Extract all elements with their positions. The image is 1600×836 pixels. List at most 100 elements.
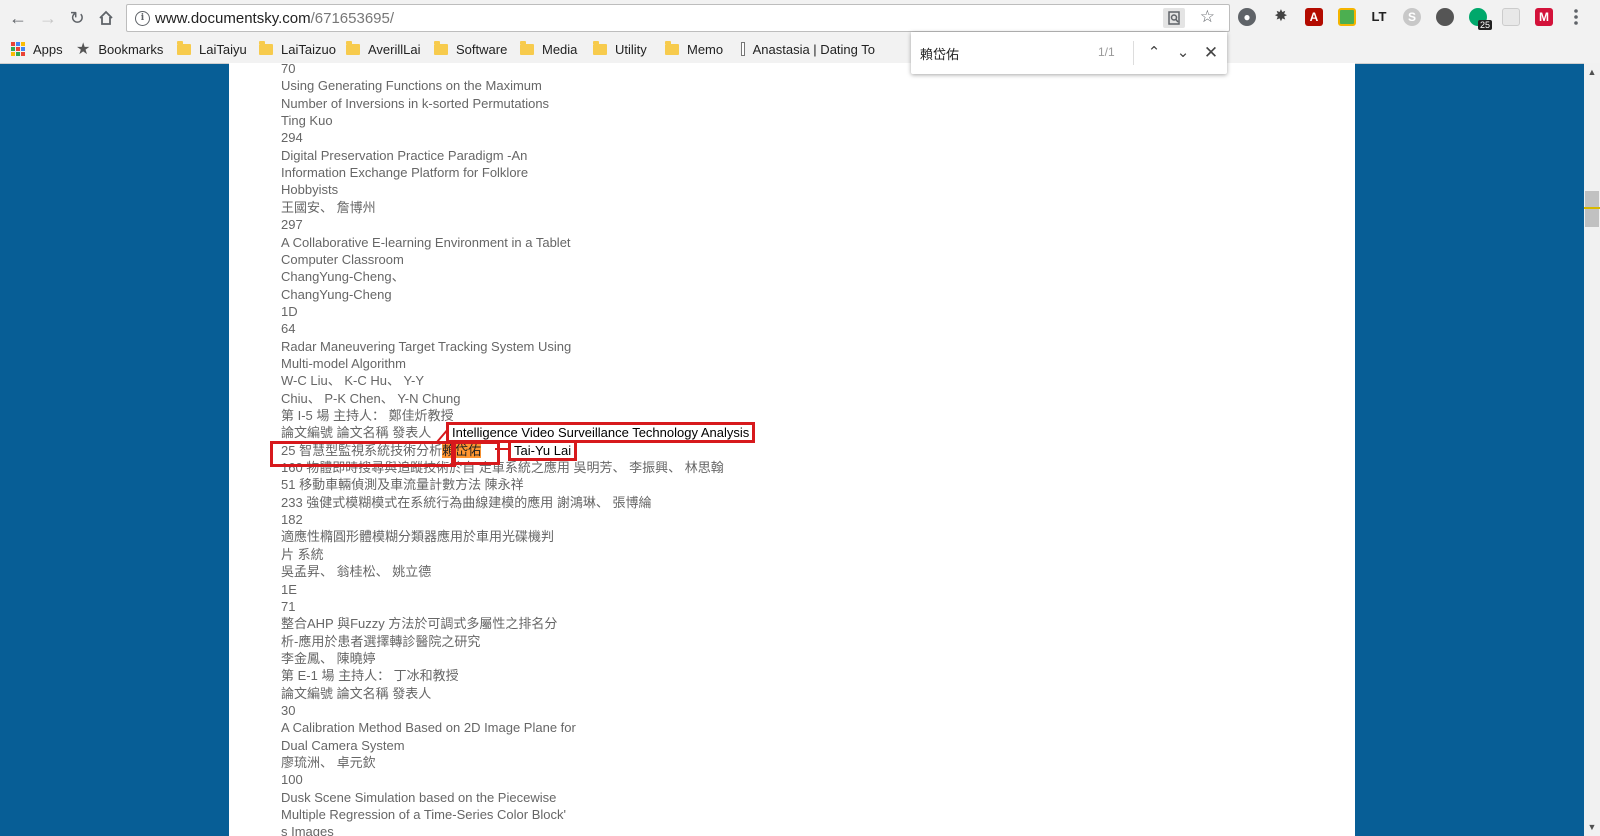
document-line: 70 — [281, 63, 296, 76]
find-input[interactable]: 賴岱佑 — [920, 44, 959, 63]
page-scrollbar[interactable]: ▲ ▼ — [1584, 63, 1600, 836]
document-line: A Collaborative E-learning Environment i… — [281, 234, 571, 250]
document-line: 吳孟昇、 翁桂松、 姚立德 — [281, 564, 432, 580]
bookmark-folder-utility[interactable]: Utility — [593, 38, 647, 60]
document-line: Number of Inversions in k-sorted Permuta… — [281, 95, 550, 111]
annotation-title-box — [270, 441, 456, 467]
languagetool-extension-icon[interactable]: LT — [1370, 8, 1388, 26]
document-line: 析-應用於患者選擇轉診醫院之研究 — [281, 633, 481, 649]
bookmark-star-icon[interactable]: ☆ — [1200, 7, 1215, 27]
bookmark-folder-media[interactable]: Media — [520, 38, 577, 60]
annotation-author-connector — [495, 448, 509, 450]
bookmark-folder-memo[interactable]: Memo — [665, 38, 723, 60]
folder-icon — [177, 40, 191, 55]
document-line: 297 — [281, 217, 303, 233]
annotation-author-box — [451, 441, 500, 465]
document-line: Digital Preservation Practice Paradigm -… — [281, 147, 528, 163]
document-line: Using Generating Functions on the Maximu… — [281, 78, 542, 94]
mendeley-extension-icon[interactable]: M — [1535, 8, 1553, 26]
browser-toolbar: ← → ↻ i www.documentsky.com/671653695/ ☆… — [0, 0, 1600, 36]
document-line: ChangYung-Cheng、 — [281, 269, 405, 285]
document-line: 論文編號 論文名稱 發表人 — [281, 425, 432, 441]
bookmark-folder-software[interactable]: Software — [434, 38, 507, 60]
home-icon[interactable] — [94, 6, 118, 30]
evernote-extension-icon[interactable] — [1436, 8, 1454, 26]
find-match-count: 1/1 — [1098, 45, 1115, 59]
document-line: A Calibration Method Based on 2D Image P… — [281, 720, 576, 736]
document-line: 100 — [281, 772, 303, 788]
document-line: 整合AHP 與Fuzzy 方法於可調式多屬性之排名分 — [281, 616, 558, 632]
document-line: 294 — [281, 130, 303, 146]
star-icon: ★ — [76, 41, 91, 58]
scroll-up-arrow-icon[interactable]: ▲ — [1584, 65, 1600, 79]
document-line: Radar Maneuvering Target Tracking System… — [281, 338, 572, 354]
bookmark-apps[interactable]: Apps — [11, 38, 63, 60]
back-arrow-icon[interactable]: ← — [6, 6, 30, 30]
extension-badge: 25 — [1478, 20, 1493, 30]
document-line: 第 E-1 場 主持人： 丁冰和教授 — [281, 668, 459, 684]
document-line: 王國安、 詹博州 — [281, 199, 376, 215]
document-line: 廖琉洲、 卓元欽 — [281, 755, 376, 770]
document-line: Hobbyists — [281, 182, 339, 198]
url-text: www.documentsky.com/671653695/ — [155, 10, 395, 27]
document-line: Chiu、 P-K Chen、 Y-N Chung — [281, 390, 461, 406]
document-line: 64 — [281, 321, 296, 337]
document-line: Ting Kuo — [281, 113, 333, 129]
find-previous-chevron-up-icon[interactable]: ⌃ — [1143, 41, 1165, 65]
document-line: 論文編號 論文名稱 發表人 — [281, 685, 432, 701]
folder-icon — [259, 40, 273, 55]
document-line: Dusk Scene Simulation based on the Piece… — [281, 789, 557, 805]
scrollbar-thumb[interactable] — [1585, 191, 1599, 227]
bookmark-folder-laitaizuo[interactable]: LaiTaizuo — [259, 38, 336, 60]
document-line: 1D — [281, 303, 298, 319]
document-line: 51 移動車輛偵測及車流量計數方法 陳永祥 — [281, 477, 524, 493]
find-match-marker — [1584, 207, 1600, 209]
document-line: 182 — [281, 512, 303, 528]
chrome-menu-icon[interactable] — [1574, 8, 1578, 26]
annotation-author-translation: Tai-Yu Lai — [508, 440, 578, 461]
document-line: Dual Camera System — [281, 737, 405, 753]
skype-extension-icon[interactable]: S — [1403, 8, 1421, 26]
document-line: Computer Classroom — [281, 251, 404, 267]
find-next-chevron-down-icon[interactable]: ⌄ — [1172, 41, 1194, 65]
scroll-down-arrow-icon[interactable]: ▼ — [1584, 820, 1600, 834]
apps-grid-icon — [11, 42, 25, 56]
bookmark-anastasia[interactable]: Anastasia | Dating To — [741, 38, 875, 60]
annotation-title-translation: Intelligence Video Surveillance Technolo… — [446, 422, 756, 443]
find-in-page-icon[interactable] — [1163, 8, 1185, 28]
bookmark-folder-laitaiyu[interactable]: LaiTaiyu — [177, 38, 247, 60]
document-line: s Images — [281, 824, 334, 836]
document-line: 李金鳳、 陳曉婷 — [281, 650, 376, 666]
reload-icon[interactable]: ↻ — [65, 6, 89, 30]
document-line: Multiple Regression of a Time-Series Col… — [281, 807, 566, 823]
bookmark-bookmarks[interactable]: ★ Bookmarks — [76, 38, 163, 60]
google-extension-icon[interactable] — [1338, 8, 1356, 26]
forward-arrow-icon[interactable]: → — [36, 6, 60, 30]
page-icon — [741, 42, 745, 56]
site-info-icon[interactable]: i — [135, 11, 150, 26]
bug-extension-icon[interactable]: ✸ — [1272, 8, 1290, 26]
folder-icon — [593, 40, 607, 55]
document-line: 片 系統 — [281, 546, 324, 562]
document-line: 30 — [281, 702, 296, 718]
address-bar[interactable]: i www.documentsky.com/671653695/ ☆ — [126, 4, 1230, 32]
folder-icon — [520, 40, 534, 55]
lightbulb-extension-icon[interactable]: ● — [1238, 8, 1256, 26]
document-line: W-C Liu、 K-C Hu、 Y-Y — [281, 373, 425, 389]
document-line: ChangYung-Cheng — [281, 286, 392, 302]
document-line: Multi-model Algorithm — [281, 355, 406, 371]
document-line: Information Exchange Platform for Folklo… — [281, 165, 529, 181]
pdf-extension-icon[interactable]: A — [1305, 8, 1323, 26]
document-line: 71 — [281, 598, 296, 614]
document-line: 233 強健式模糊模式在系統行為曲線建模的應用 謝鴻琳、 張博綸 — [281, 494, 652, 510]
find-close-icon[interactable]: ✕ — [1200, 41, 1222, 65]
find-divider — [1133, 41, 1134, 65]
find-bar: 賴岱佑 1/1 ⌃ ⌄ ✕ — [911, 32, 1227, 74]
folder-icon — [434, 40, 448, 55]
blank-extension-icon[interactable] — [1502, 8, 1520, 26]
document-line: 1E — [281, 581, 297, 597]
folder-icon — [665, 40, 679, 55]
document-line: 第 I-5 場 主持人： 鄭佳炘教授 — [281, 408, 454, 423]
folder-icon — [346, 40, 360, 55]
bookmark-folder-averilllai[interactable]: AverillLai — [346, 38, 421, 60]
